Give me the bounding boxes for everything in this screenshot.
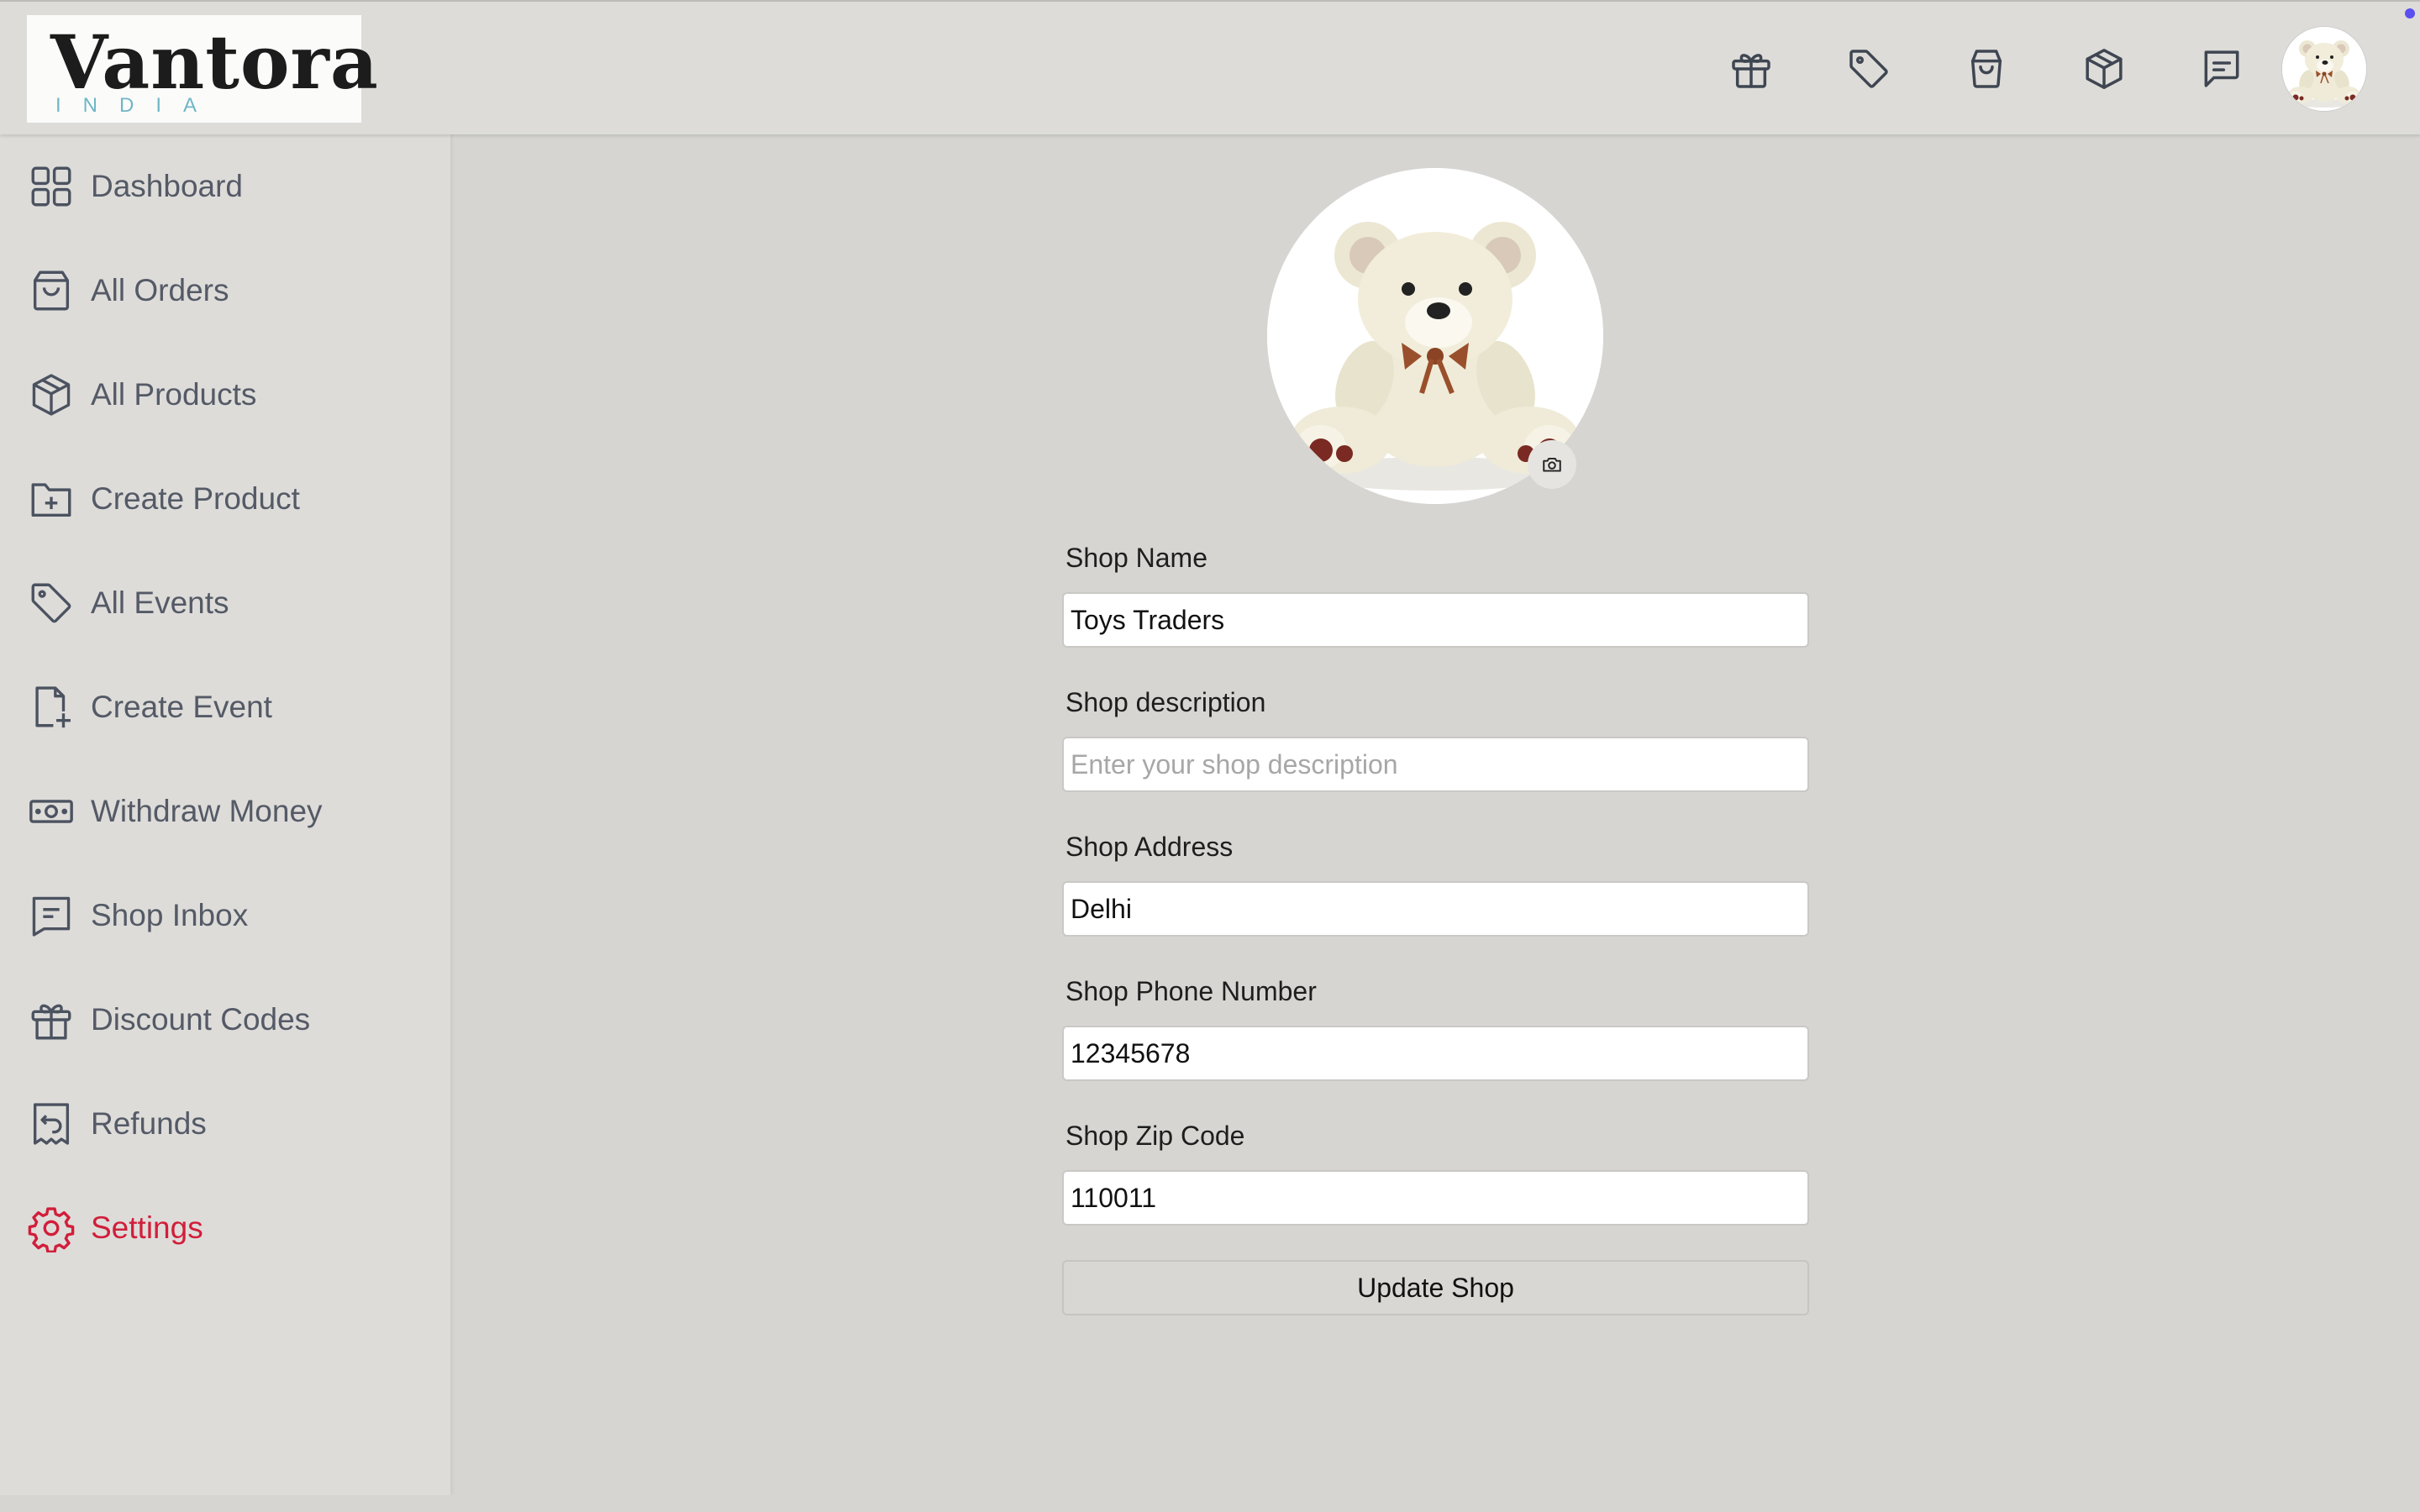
shop-phone-label: Shop Phone Number [1065, 976, 1317, 1006]
sidebar-item-label: All Products [91, 377, 257, 412]
sidebar-item-label: Settings [91, 1210, 203, 1245]
sidebar-item-label: All Orders [91, 273, 229, 307]
sidebar-item-label: Create Event [91, 690, 272, 724]
top-header: Vantora INDIA [0, 0, 2420, 134]
sidebar-item-label: All Events [91, 585, 229, 620]
sidebar-item-settings[interactable]: Settings [0, 1186, 450, 1270]
shopping-bag-icon [27, 266, 76, 315]
package-icon [27, 370, 76, 419]
sidebar-item-label: Withdraw Money [91, 794, 323, 828]
gift-icon [27, 995, 76, 1044]
sidebar-item-label: Shop Inbox [91, 898, 249, 932]
package-icon[interactable] [2077, 42, 2131, 96]
sidebar-item-label: Discount Codes [91, 1002, 311, 1037]
message-icon[interactable] [2195, 42, 2249, 96]
sidebar-item-withdraw-money[interactable]: Withdraw Money [0, 769, 450, 853]
grid-icon [27, 162, 76, 211]
shop-name-input[interactable] [1062, 592, 1809, 648]
sidebar-item-all-products[interactable]: All Products [0, 353, 450, 437]
sidebar-item-create-event[interactable]: Create Event [0, 665, 450, 749]
tag-icon[interactable] [1842, 42, 1896, 96]
shop-zip-label: Shop Zip Code [1065, 1121, 1245, 1151]
shop-address-label: Shop Address [1065, 832, 1234, 862]
brand-tagline: INDIA [55, 94, 219, 117]
shop-zip-input[interactable] [1062, 1170, 1809, 1226]
shop-description-label: Shop description [1065, 687, 1266, 717]
gear-icon [27, 1204, 76, 1253]
update-shop-button[interactable]: Update Shop [1062, 1260, 1809, 1315]
shop-phone-input[interactable] [1062, 1026, 1809, 1081]
shopping-bag-icon[interactable] [1960, 42, 2013, 96]
shop-address-input[interactable] [1062, 881, 1809, 937]
brand-logo[interactable]: Vantora INDIA [27, 15, 378, 123]
file-plus-icon [27, 683, 76, 732]
camera-icon[interactable] [1528, 440, 1576, 489]
sidebar-item-label: Dashboard [91, 169, 244, 203]
folder-plus-icon [27, 475, 76, 523]
shop-name-label: Shop Name [1065, 543, 1207, 573]
shop-description-input[interactable] [1062, 737, 1809, 792]
sidebar: Dashboard All Orders All Products Create… [0, 134, 450, 1495]
tag-icon [27, 579, 76, 627]
receipt-refund-icon [27, 1100, 76, 1148]
notification-dot [2405, 8, 2415, 18]
sidebar-item-all-events[interactable]: All Events [0, 561, 450, 645]
sidebar-item-label: Create Product [91, 481, 300, 516]
sidebar-item-dashboard[interactable]: Dashboard [0, 144, 450, 228]
sidebar-item-label: Refunds [91, 1106, 207, 1141]
gift-icon[interactable] [1724, 42, 1778, 96]
money-icon [27, 787, 76, 836]
sidebar-item-all-orders[interactable]: All Orders [0, 249, 450, 333]
sidebar-item-create-product[interactable]: Create Product [0, 457, 450, 541]
sidebar-item-discount-codes[interactable]: Discount Codes [0, 978, 450, 1062]
user-avatar[interactable] [2282, 27, 2366, 111]
message-icon [27, 891, 76, 940]
sidebar-item-shop-inbox[interactable]: Shop Inbox [0, 874, 450, 958]
footer-strip [0, 1495, 2420, 1512]
brand-name: Vantora [50, 18, 379, 106]
sidebar-item-refunds[interactable]: Refunds [0, 1082, 450, 1166]
